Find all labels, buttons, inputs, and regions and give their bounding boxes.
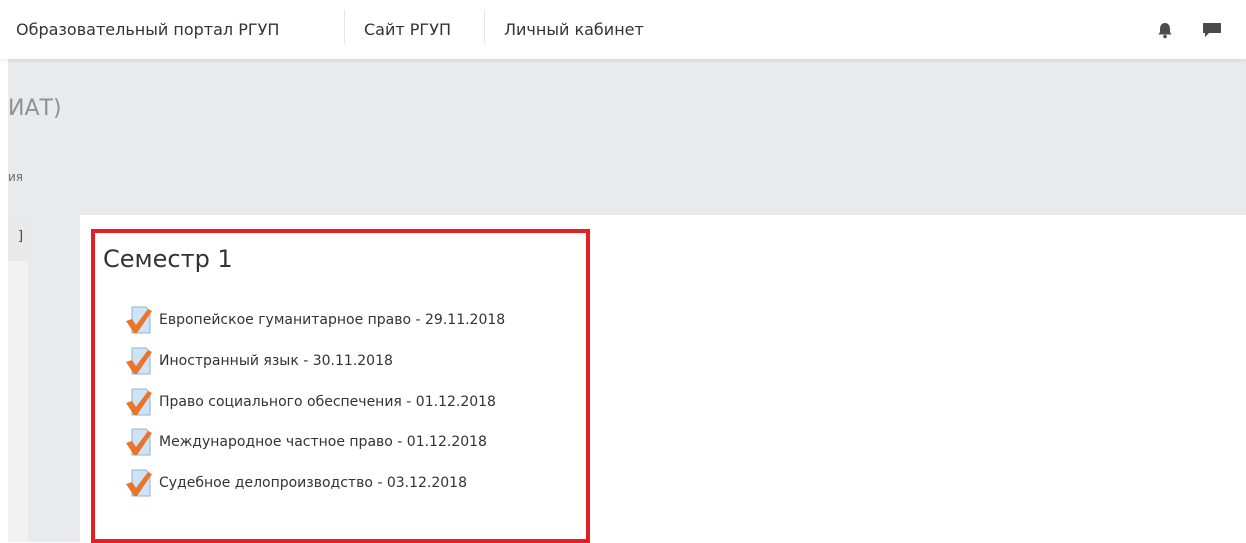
gutter xyxy=(28,215,80,542)
page-header xyxy=(8,59,1246,215)
nav-link-portal[interactable]: Образовательный портал РГУП xyxy=(16,0,279,59)
highlight-frame xyxy=(91,229,590,543)
assignment-check-icon xyxy=(126,469,152,497)
activity-label: Международное частное право - 01.12.2018 xyxy=(159,434,487,450)
page-title: ИАТ) xyxy=(8,96,62,121)
assignment-check-icon xyxy=(126,428,152,456)
assignment-check-icon xyxy=(126,388,152,416)
top-navbar: Образовательный портал РГУП Сайт РГУП Ли… xyxy=(0,0,1246,59)
activity-label: Право социального обеспечения - 01.12.20… xyxy=(159,394,496,410)
nav-divider xyxy=(484,10,485,44)
assignment-check-icon xyxy=(126,306,152,334)
activity-label: Иностранный язык - 30.11.2018 xyxy=(159,353,393,369)
nav-divider xyxy=(344,10,345,44)
assignment-check-icon xyxy=(126,347,152,375)
breadcrumb[interactable]: ия xyxy=(8,170,23,184)
section-title: Семестр 1 xyxy=(103,245,233,273)
left-sidebar: ] xyxy=(8,215,28,542)
bell-icon[interactable] xyxy=(1155,20,1175,40)
nav-link-site[interactable]: Сайт РГУП xyxy=(364,0,451,59)
sidebar-tab-glyph: ] xyxy=(18,229,24,244)
sidebar-tab[interactable]: ] xyxy=(8,215,28,261)
chat-bubble-icon[interactable] xyxy=(1201,20,1221,40)
activity-label: Европейское гуманитарное право - 29.11.2… xyxy=(159,312,506,328)
activity-label: Судебное делопроизводство - 03.12.2018 xyxy=(159,475,467,491)
nav-link-cabinet[interactable]: Личный кабинет xyxy=(504,0,644,59)
